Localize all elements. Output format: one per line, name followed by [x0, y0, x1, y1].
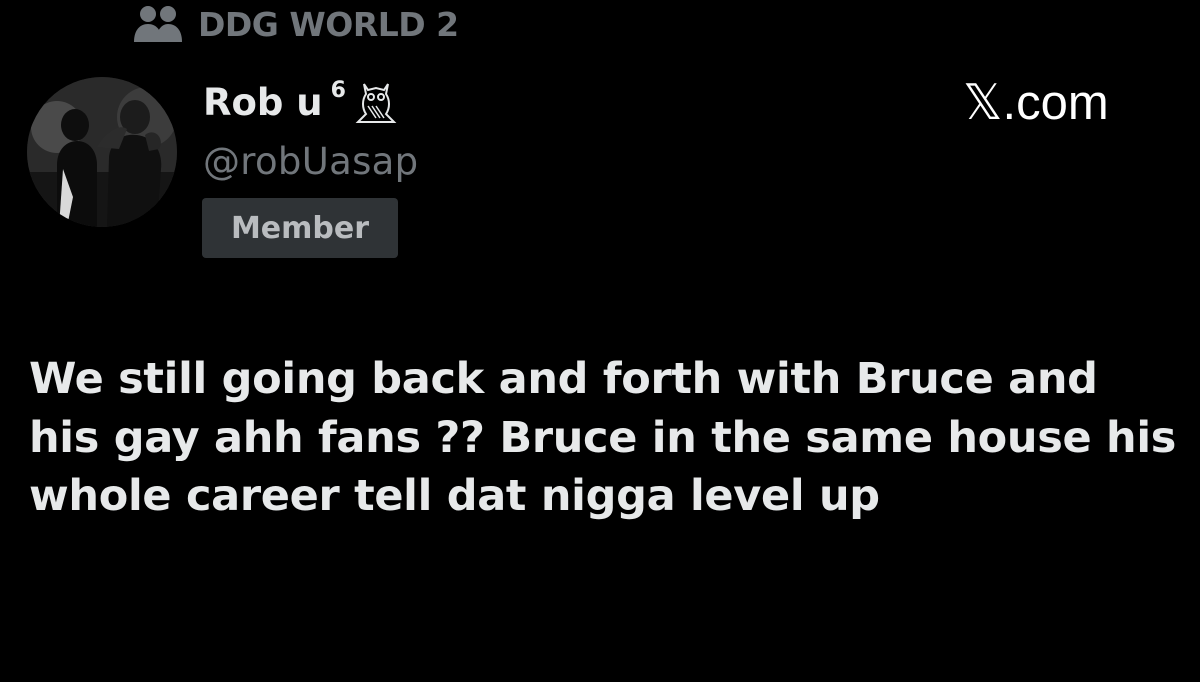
- owl-icon: [354, 80, 398, 124]
- name-superscript: 6: [330, 77, 346, 103]
- people-icon: [132, 4, 184, 44]
- post-text: We still going back and forth with Bruce…: [29, 354, 1177, 521]
- author-name-row[interactable]: Rob u 6: [203, 76, 398, 128]
- community-name[interactable]: DDG WORLD 2: [198, 5, 459, 44]
- display-name[interactable]: Rob u: [203, 81, 323, 124]
- avatar[interactable]: [27, 77, 177, 227]
- author-handle[interactable]: @robUasap: [203, 140, 418, 183]
- site-watermark: 𝕏.com: [963, 75, 1109, 130]
- community-header[interactable]: DDG WORLD 2: [132, 2, 459, 46]
- member-badge: Member: [202, 198, 398, 258]
- member-badge-label: Member: [230, 210, 370, 246]
